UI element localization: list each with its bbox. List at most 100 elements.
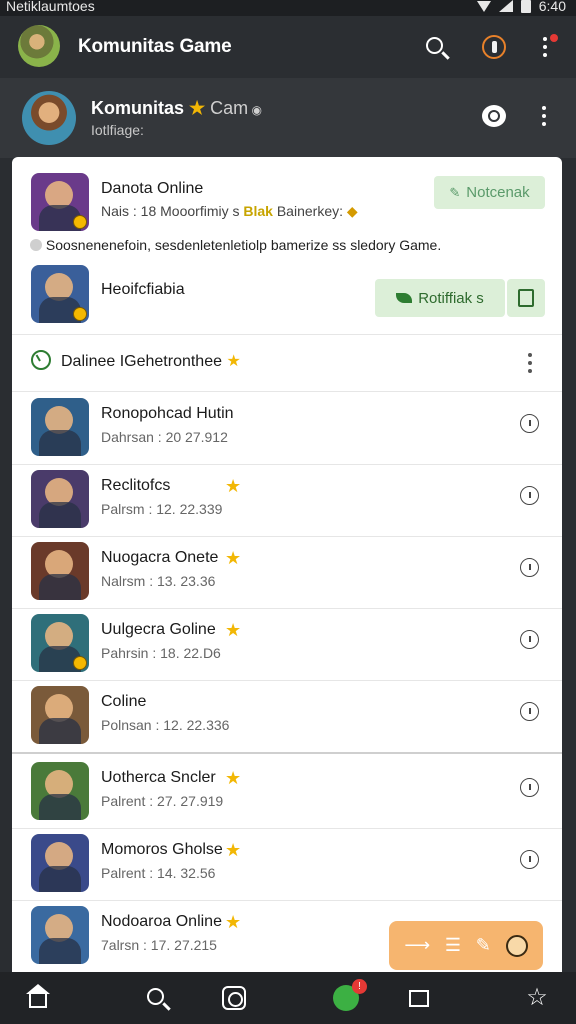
- bookmark-icon: [518, 289, 534, 307]
- menu-button[interactable]: [530, 32, 560, 62]
- star-icon: ★: [225, 840, 242, 860]
- game-row[interactable]: Nuogacra Onete ★ Nalrsm : 13. 23.36: [12, 536, 562, 608]
- game-thumbnail: [31, 470, 89, 528]
- star-icon: ★: [225, 548, 242, 568]
- community-title: Komunitas ★ Cam ◉: [91, 98, 262, 118]
- game-meta: Polnsan : 12. 22.336: [101, 717, 230, 733]
- section-header: Dalinee IGehetronthee ★: [12, 335, 562, 391]
- game-row[interactable]: Momoros Gholse ★ Palrent : 14. 32.56: [12, 828, 562, 900]
- community-header: Komunitas ★ Cam ◉ Iotlfiage:: [0, 78, 576, 158]
- tag-icon[interactable]: ✎: [476, 935, 491, 956]
- home-icon: [26, 984, 50, 1008]
- game-row[interactable]: Coline Polnsan : 12. 22.336: [12, 680, 562, 752]
- app-avatar[interactable]: [18, 25, 60, 67]
- app-bar: Komunitas Game: [0, 16, 576, 78]
- game-name: Uulgecra Goline: [101, 621, 216, 638]
- game-meta: 7alrsn : 17. 27.215: [101, 937, 217, 953]
- game-name: Reclitofcs: [101, 477, 171, 494]
- signal-icon: [498, 0, 513, 12]
- chat-icon: [482, 105, 506, 127]
- game-row[interactable]: Ronopohcad Hutin Dahrsan : 20 27.912: [12, 392, 562, 464]
- wifi-icon: [476, 0, 491, 12]
- game-meta: Nalrsm : 13. 23.36: [101, 573, 216, 589]
- status-time: 6:40: [538, 0, 566, 14]
- game-list-card: Danota Online Nais : 18 Mooorfimiy s Bla…: [12, 157, 562, 972]
- bottom-nav: ! ☆: [0, 972, 576, 1024]
- game-meta: Pahrsin : 18. 22.D6: [101, 645, 221, 661]
- star-icon: ☆: [526, 984, 548, 1011]
- game-name: Danota Online: [101, 180, 204, 197]
- game-meta: Palrsm : 12. 22.339: [101, 501, 223, 517]
- game-name: Momoros Gholse: [101, 841, 223, 858]
- featured-game[interactable]: Danota Online Nais : 18 Mooorfimiy s Bla…: [12, 157, 562, 257]
- arrow-icon[interactable]: ⟶: [404, 935, 430, 956]
- info-icon[interactable]: [520, 414, 539, 433]
- game-thumbnail: [31, 542, 89, 600]
- notification-button[interactable]: [479, 32, 509, 62]
- nav-badge: !: [352, 979, 367, 994]
- game-name: Ronopohcad Hutin: [101, 405, 234, 422]
- status-bar: Netiklaumtoes 6:40: [0, 0, 576, 16]
- info-icon[interactable]: [520, 486, 539, 505]
- info-icon[interactable]: [520, 702, 539, 721]
- clock-icon: [31, 350, 51, 370]
- game-meta: Nais : 18 Mooorfimiy s Blak Bainerkey: ◆: [101, 203, 358, 219]
- nav-home[interactable]: [22, 982, 54, 1014]
- star-icon: ★: [225, 620, 242, 640]
- game-row[interactable]: Uulgecra Goline ★ Pahrsin : 18. 22.D6: [12, 608, 562, 680]
- status-left-text: Netiklaumtoes: [6, 0, 95, 14]
- game-thumbnail: [31, 398, 89, 456]
- search-button[interactable]: [421, 32, 451, 62]
- game-name: Nodoaroa Online: [101, 913, 222, 930]
- star-icon: ★: [225, 476, 242, 496]
- section-menu-button[interactable]: [515, 348, 545, 378]
- game-thumbnail: [31, 614, 89, 672]
- profile-icon[interactable]: [505, 934, 528, 957]
- community-subtitle: Iotlfiage:: [91, 122, 144, 138]
- info-icon[interactable]: [520, 778, 539, 797]
- game-thumbnail: [31, 173, 89, 231]
- camera-icon: [222, 986, 246, 1010]
- game-meta: Palrent : 27. 27.919: [101, 793, 224, 809]
- game-name: Uotherca Sncler: [101, 769, 216, 786]
- game-thumbnail: [31, 265, 89, 323]
- alert-dot: [550, 34, 558, 42]
- more-vert-icon: [542, 106, 546, 126]
- info-icon[interactable]: [520, 630, 539, 649]
- game-thumbnail: [31, 762, 89, 820]
- game-meta: Palrent : 14. 32.56: [101, 865, 216, 881]
- game-meta: Dahrsan : 20 27.912: [101, 429, 228, 445]
- game-thumbnail: [31, 906, 89, 964]
- community-avatar[interactable]: [22, 91, 76, 145]
- star-icon: ★: [225, 912, 242, 932]
- notification-icon: [482, 35, 506, 59]
- action-fab[interactable]: ⟶ ☰ ✎: [389, 921, 543, 970]
- search-icon: [425, 36, 443, 54]
- save-button[interactable]: [507, 279, 545, 317]
- message-icon: !: [333, 979, 367, 1011]
- game-row[interactable]: Reclitofcs ★ Palrsm : 12. 22.339: [12, 464, 562, 536]
- star-icon: ★: [225, 768, 242, 788]
- nav-messages[interactable]: !: [330, 979, 367, 1014]
- list-icon[interactable]: ☰: [445, 935, 461, 956]
- battery-icon: [520, 0, 531, 13]
- nav-search[interactable]: [141, 982, 173, 1014]
- nav-library[interactable]: [403, 982, 435, 1014]
- nav-camera[interactable]: [218, 982, 250, 1014]
- more-vert-icon: [528, 353, 532, 373]
- info-icon[interactable]: [520, 558, 539, 577]
- follow-button[interactable]: Rotiffiak s: [375, 279, 505, 317]
- game-thumbnail: [31, 834, 89, 892]
- game-row[interactable]: Heoifcfiabia Rotiffiak s: [12, 257, 562, 335]
- more-vert-icon: [543, 37, 547, 57]
- section-title: Dalinee IGehetronthee ★: [61, 353, 241, 370]
- game-row[interactable]: Uotherca Sncler ★ Palrent : 27. 27.919: [12, 756, 562, 828]
- featured-description: Soosnenenefoin, sesdenletenletiolp bamer…: [30, 237, 441, 253]
- nav-favorites[interactable]: ☆: [521, 982, 553, 1014]
- info-icon[interactable]: [520, 850, 539, 869]
- notify-button[interactable]: ✎ Notcenak: [434, 176, 545, 209]
- community-menu-button[interactable]: [529, 101, 559, 131]
- chat-button[interactable]: [479, 101, 509, 131]
- square-icon: [409, 989, 429, 1007]
- app-title: Komunitas Game: [78, 36, 232, 57]
